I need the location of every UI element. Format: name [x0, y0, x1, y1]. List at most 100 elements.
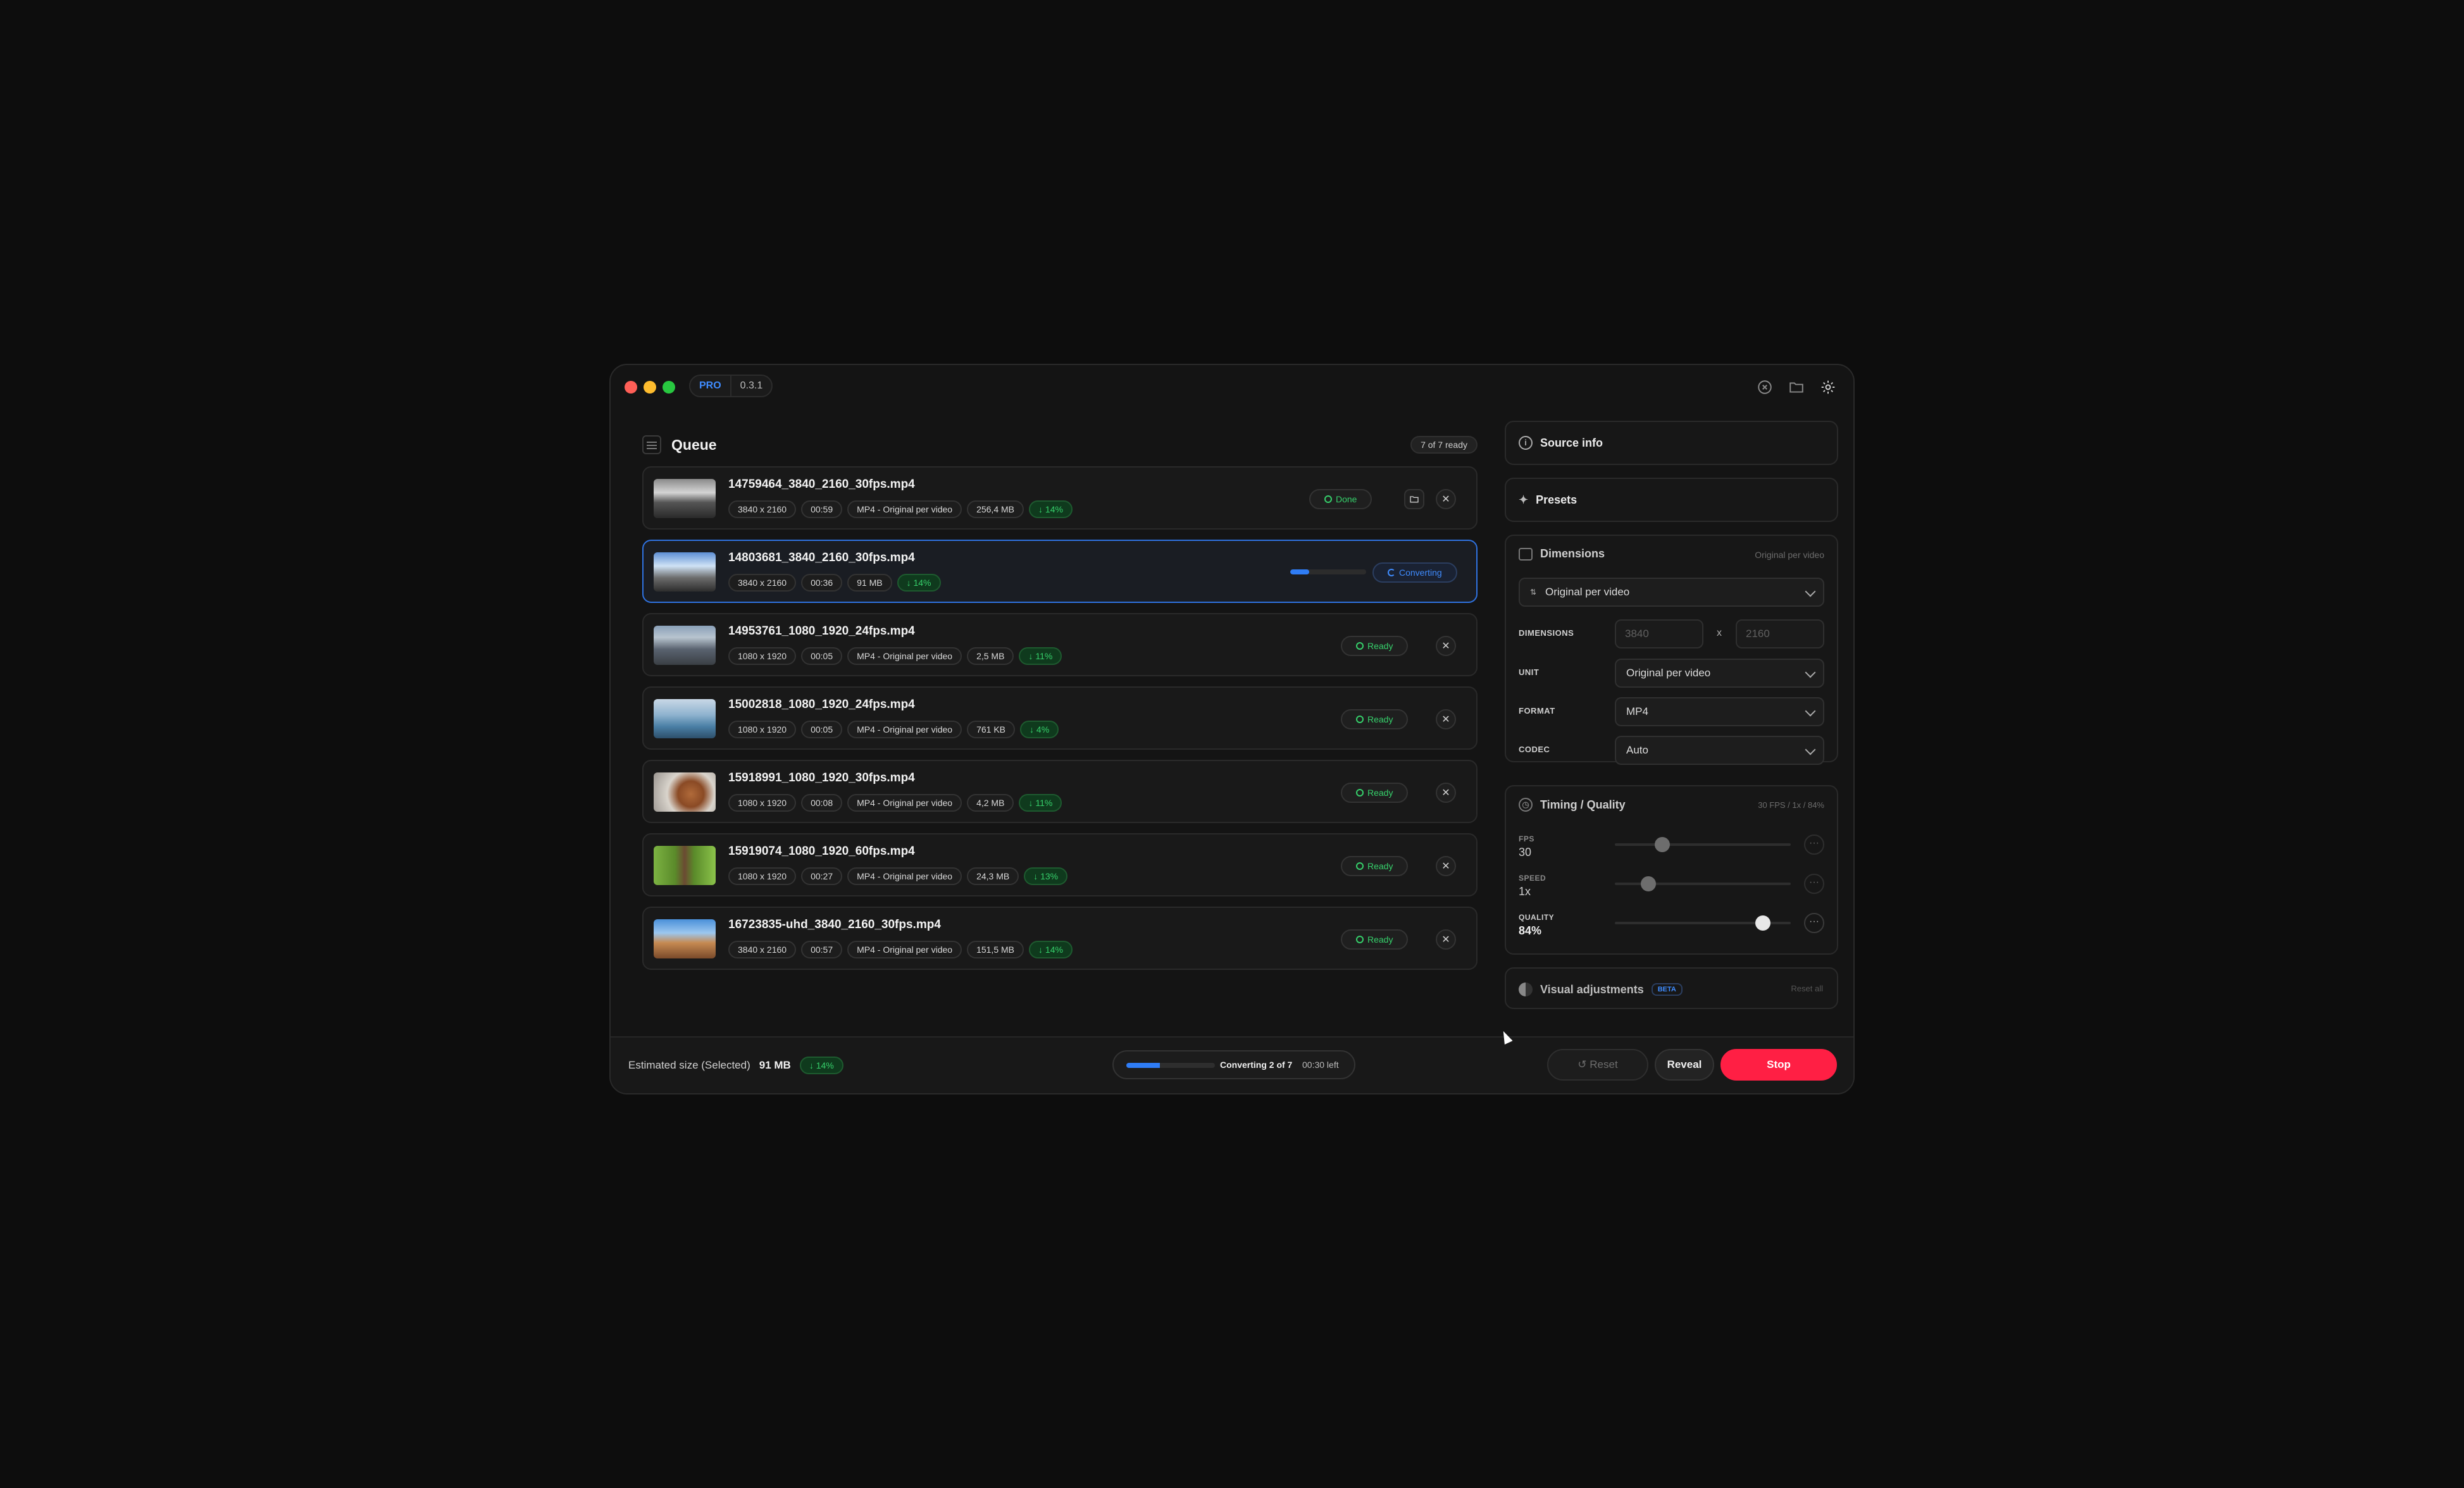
saving-chip: ↓ 4%	[1020, 721, 1059, 738]
zoom-window-button[interactable]	[663, 381, 675, 394]
queue-section: Queue 7 of 7 ready 14759464_3840_2160_30…	[642, 428, 1478, 970]
queue-row[interactable]: 15002818_1080_1920_24fps.mp4 1080 x 1920…	[642, 686, 1478, 750]
quality-more-button[interactable]: ···	[1804, 913, 1824, 933]
dimensions-card: Dimensions Original per video ⇅ Original…	[1505, 535, 1838, 765]
close-icon: ✕	[1441, 788, 1450, 798]
video-thumbnail	[654, 626, 716, 665]
dimensions-preset-select[interactable]: ⇅ Original per video	[1519, 578, 1824, 607]
gear-icon[interactable]	[1817, 376, 1839, 399]
close-icon: ✕	[1441, 934, 1450, 945]
beta-badge: BETA	[1651, 983, 1683, 996]
minimize-window-button[interactable]	[644, 381, 656, 394]
queue-row[interactable]: 14953761_1080_1920_24fps.mp4 1080 x 1920…	[642, 613, 1478, 676]
more-icon: ···	[1809, 916, 1819, 927]
status-label: Done	[1336, 494, 1357, 504]
visual-adjustments-title: Visual adjustments	[1540, 983, 1644, 996]
quality-slider-knob[interactable]	[1755, 915, 1770, 931]
conversion-progress: Converting 2 of 7 00:30 left	[1112, 1050, 1355, 1079]
fps-more-button[interactable]: ···	[1804, 834, 1824, 855]
format-chip: MP4 - Original per video	[847, 794, 962, 812]
speed-value: 1x	[1519, 885, 1531, 898]
remove-item-button[interactable]: ✕	[1436, 929, 1456, 950]
format-select[interactable]: MP4	[1615, 697, 1824, 726]
quality-value: 84%	[1519, 924, 1542, 937]
fps-slider-knob[interactable]	[1655, 837, 1671, 852]
dimensions-preset-value: Original per video	[1545, 586, 1630, 598]
source-info-card[interactable]: i Source info	[1505, 421, 1838, 465]
estimated-size-label: Estimated size (Selected)	[628, 1059, 750, 1071]
queue-row[interactable]: 14759464_3840_2160_30fps.mp4 3840 x 2160…	[642, 466, 1478, 530]
format-chip: MP4 - Original per video	[847, 647, 962, 665]
check-icon	[1356, 789, 1364, 797]
more-icon: ···	[1809, 877, 1819, 888]
speed-label: SPEED	[1519, 874, 1546, 883]
app-window: PRO 0.3.1 Queue 7 of 7 ready 14759464_38…	[609, 364, 1855, 1094]
dimensions-chip: 3840 x 2160	[728, 574, 797, 592]
queue-row[interactable]: 15918991_1080_1920_30fps.mp4 1080 x 1920…	[642, 760, 1478, 823]
half-circle-icon	[1519, 983, 1533, 996]
speed-slider-knob[interactable]	[1640, 876, 1656, 891]
status-label: Converting	[1399, 567, 1442, 578]
timing-summary: 30 FPS / 1x / 84%	[1758, 800, 1824, 810]
status-badge: Ready	[1341, 636, 1409, 656]
close-icon: ✕	[1441, 641, 1450, 652]
video-thumbnail	[654, 479, 716, 518]
version-label: 0.3.1	[740, 380, 763, 391]
remove-item-button[interactable]: ✕	[1436, 783, 1456, 803]
more-icon: ···	[1809, 838, 1819, 848]
remove-item-button[interactable]: ✕	[1436, 856, 1456, 876]
format-label: FORMAT	[1519, 706, 1555, 716]
folder-icon	[1410, 496, 1419, 503]
reset-button[interactable]: ↺ Reset	[1547, 1049, 1648, 1081]
status-label: Ready	[1367, 714, 1393, 724]
check-icon	[1324, 495, 1332, 503]
remove-item-button[interactable]: ✕	[1436, 489, 1456, 509]
stop-button[interactable]: Stop	[1720, 1049, 1837, 1081]
format-chip: MP4 - Original per video	[847, 721, 962, 738]
timing-quality-card: ◷ Timing / Quality 30 FPS / 1x / 84% FPS …	[1505, 785, 1838, 955]
queue-row[interactable]: 14803681_3840_2160_30fps.mp4 3840 x 2160…	[642, 540, 1478, 603]
file-name: 14953761_1080_1920_24fps.mp4	[728, 624, 915, 638]
ready-count-badge: 7 of 7 ready	[1410, 436, 1478, 454]
refresh-icon	[1388, 569, 1395, 576]
unit-select[interactable]: Original per video	[1615, 659, 1824, 688]
size-chip: 256,4 MB	[967, 500, 1024, 518]
remove-item-button[interactable]: ✕	[1436, 636, 1456, 656]
saving-chip: ↓ 11%	[1019, 794, 1062, 812]
size-chip: 4,2 MB	[967, 794, 1014, 812]
reveal-button[interactable]: Reveal	[1655, 1049, 1714, 1081]
width-input[interactable]: 3840	[1615, 619, 1703, 648]
remove-item-button[interactable]: ✕	[1436, 709, 1456, 729]
codec-label: CODEC	[1519, 745, 1550, 754]
status-badge: Ready	[1341, 929, 1409, 950]
quality-label: QUALITY	[1519, 913, 1555, 922]
close-window-button[interactable]	[625, 381, 637, 394]
duration-chip: 00:05	[801, 721, 843, 738]
queue-row[interactable]: 16723835-uhd_3840_2160_30fps.mp4 3840 x …	[642, 907, 1478, 970]
close-icon: ✕	[1441, 494, 1450, 505]
presets-card[interactable]: ✦ Presets	[1505, 478, 1838, 522]
fps-slider[interactable]	[1615, 837, 1791, 852]
timing-title: Timing / Quality	[1540, 798, 1626, 811]
folder-icon[interactable]	[1785, 376, 1808, 399]
reveal-folder-button[interactable]	[1404, 489, 1424, 509]
close-icon: ✕	[1441, 714, 1450, 725]
file-name: 15002818_1080_1920_24fps.mp4	[728, 698, 915, 711]
info-icon: i	[1519, 436, 1533, 450]
dimensions-chip: 1080 x 1920	[728, 647, 797, 665]
reset-all-link[interactable]: Reset all	[1791, 984, 1823, 993]
quality-slider[interactable]	[1615, 915, 1791, 931]
height-input[interactable]: 2160	[1736, 619, 1824, 648]
file-name: 15919074_1080_1920_60fps.mp4	[728, 845, 915, 858]
file-name: 14803681_3840_2160_30fps.mp4	[728, 551, 915, 564]
source-info-title: Source info	[1540, 436, 1603, 449]
status-badge: Ready	[1341, 856, 1409, 876]
codec-select[interactable]: Auto	[1615, 736, 1824, 765]
speed-more-button[interactable]: ···	[1804, 874, 1824, 894]
close-circle-icon[interactable]	[1753, 376, 1776, 399]
video-thumbnail	[654, 772, 716, 812]
speed-slider[interactable]	[1615, 876, 1791, 891]
dimensions-icon	[1519, 547, 1533, 561]
visual-adjustments-card[interactable]: Visual adjustments BETA Reset all	[1505, 967, 1838, 1009]
queue-row[interactable]: 15919074_1080_1920_60fps.mp4 1080 x 1920…	[642, 833, 1478, 896]
